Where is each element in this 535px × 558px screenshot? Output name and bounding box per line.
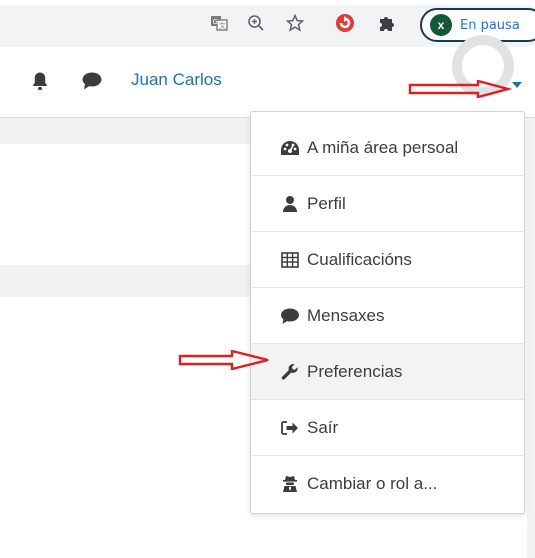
annotation-arrow-preferences <box>178 350 269 370</box>
messages-bubble-icon[interactable] <box>80 69 104 93</box>
browser-toolbar: G文 x En pausa <box>0 0 535 50</box>
profile-status-label: En pausa <box>460 17 520 33</box>
table-icon <box>279 250 301 270</box>
zoom-icon[interactable] <box>246 13 266 33</box>
svg-text:G: G <box>213 18 218 26</box>
menu-item-switch-role[interactable]: Cambiar o rol a... <box>251 456 524 512</box>
user-menu-caret-icon[interactable] <box>512 82 522 88</box>
user-dropdown-menu: A miña área persoal Perfil Cualificación… <box>250 111 525 514</box>
chat-icon <box>279 306 301 326</box>
dashboard-icon <box>279 138 301 158</box>
menu-item-label: Cambiar o rol a... <box>307 474 438 493</box>
menu-item-label: Perfil <box>307 193 346 213</box>
notifications-bell-icon[interactable] <box>28 69 52 93</box>
page-band-middle <box>0 265 255 297</box>
menu-item-label: Preferencias <box>307 361 403 381</box>
page-band-top <box>0 118 255 144</box>
menu-item-messages[interactable]: Mensaxes <box>251 288 524 344</box>
menu-item-dashboard[interactable]: A miña área persoal <box>251 120 524 176</box>
translate-icon[interactable]: G文 <box>209 13 229 33</box>
bookmark-star-icon[interactable] <box>285 13 305 33</box>
menu-item-profile[interactable]: Perfil <box>251 176 524 232</box>
menu-item-label: A miña área persoal <box>307 137 459 157</box>
svg-text:文: 文 <box>219 21 226 30</box>
profile-avatar: x <box>430 14 452 36</box>
sign-out-icon <box>279 418 301 438</box>
annotation-arrow-caret <box>408 80 512 98</box>
user-icon <box>279 194 301 214</box>
menu-item-label: Saír <box>307 417 339 437</box>
menu-item-label: Cualificacións <box>307 249 412 269</box>
menu-item-logout[interactable]: Saír <box>251 400 524 456</box>
menu-item-preferences[interactable]: Preferencias <box>251 344 524 400</box>
user-secret-icon <box>279 474 301 494</box>
menu-item-grades[interactable]: Cualificacións <box>251 232 524 288</box>
extension-red-icon[interactable] <box>335 13 355 33</box>
extensions-puzzle-icon[interactable] <box>376 13 396 33</box>
user-name-link[interactable]: Juan Carlos <box>131 70 222 90</box>
menu-item-label: Mensaxes <box>307 305 385 325</box>
wrench-icon <box>279 362 301 382</box>
page-right-rail <box>527 118 535 558</box>
